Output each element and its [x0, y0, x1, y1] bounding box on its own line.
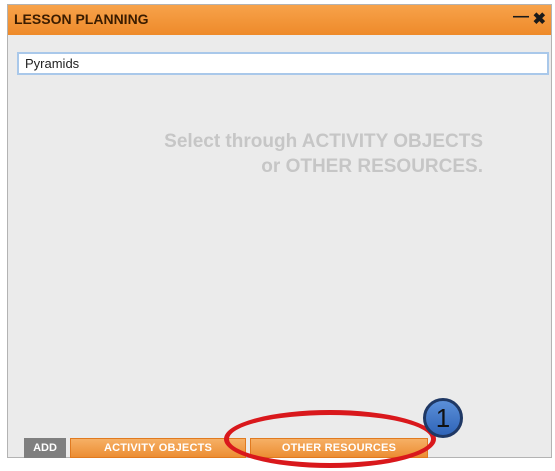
empty-state-line-2: or OTHER RESOURCES.: [261, 156, 483, 177]
empty-state-line-1: Select through ACTIVITY OBJECTS: [164, 131, 483, 152]
window-title: LESSON PLANNING: [14, 11, 149, 27]
step-callout-badge: 1: [423, 398, 463, 438]
lesson-planning-window: LESSON PLANNING — ✖ Select through ACTIV…: [7, 4, 552, 458]
title-bar: LESSON PLANNING — ✖: [8, 5, 551, 35]
activity-objects-button[interactable]: ACTIVITY OBJECTS: [70, 438, 246, 458]
empty-state-message: Select through ACTIVITY OBJECTS or OTHER…: [8, 129, 483, 179]
highlight-ellipse: [224, 410, 436, 468]
lesson-topic-input[interactable]: [17, 52, 549, 75]
minimize-icon[interactable]: —: [513, 8, 529, 26]
add-label: ADD: [24, 438, 66, 458]
close-icon[interactable]: ✖: [533, 9, 546, 29]
